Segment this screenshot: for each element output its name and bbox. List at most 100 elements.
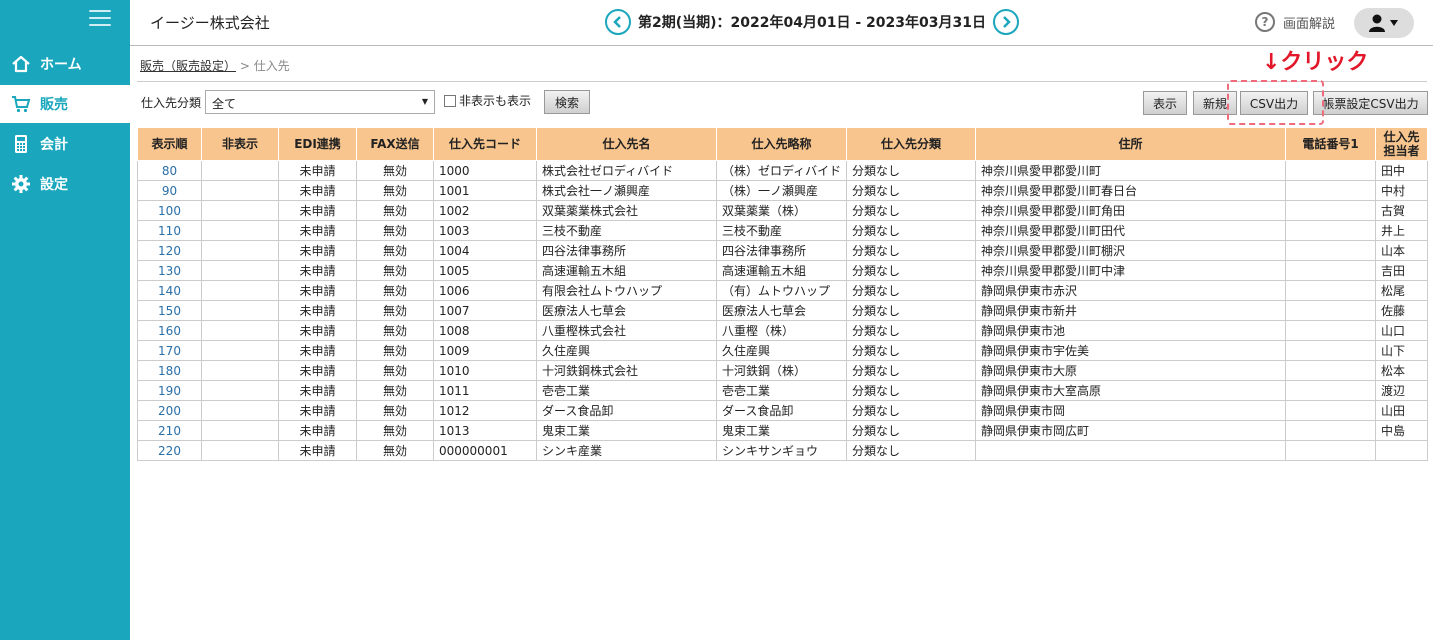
show-hidden-checkbox[interactable]: 非表示も表示 <box>444 92 531 109</box>
column-header[interactable]: 住所 <box>975 127 1286 161</box>
column-header[interactable]: 仕入先コード <box>433 127 537 161</box>
display-order-link[interactable]: 180 <box>137 360 202 381</box>
column-header[interactable]: 表示順 <box>137 127 202 161</box>
table-row[interactable]: 140 未申請 無効 1006 有限会社ムトウハップ （有）ムトウハップ 分類なし 静岡県伊東… <box>137 280 1428 301</box>
display-order-link[interactable]: 220 <box>137 440 202 461</box>
fax-status-cell: 無効 <box>356 320 434 341</box>
table-row[interactable]: 80 未申請 無効 1000 株式会社ゼロディバイド （株）ゼロディバイド 分類なし 神奈川県… <box>137 160 1428 181</box>
table-row[interactable]: 190 未申請 無効 1011 壱壱工業 壱壱工業 分類なし 静岡県伊東市大室高原 渡辺 <box>137 380 1428 401</box>
hidden-cell <box>201 420 279 441</box>
column-header[interactable]: FAX送信 <box>356 127 434 161</box>
show-button[interactable]: 表示 <box>1143 91 1187 115</box>
search-button[interactable]: 検索 <box>544 90 590 114</box>
supplier-name-cell: 医療法人七草会 <box>536 300 717 321</box>
display-order-link[interactable]: 120 <box>137 240 202 261</box>
user-menu-button[interactable] <box>1354 8 1414 38</box>
fax-status-cell: 無効 <box>356 360 434 381</box>
staff-cell: 田中 <box>1375 160 1428 181</box>
table-row[interactable]: 120 未申請 無効 1004 四谷法律事務所 四谷法律事務所 分類なし 神奈川県愛甲郡愛川町… <box>137 240 1428 261</box>
display-order-link[interactable]: 130 <box>137 260 202 281</box>
address-cell <box>975 440 1286 461</box>
supplier-code-cell: 1006 <box>433 280 537 301</box>
category-filter-select[interactable]: 全て ▼ <box>205 90 435 114</box>
column-header[interactable]: 電話番号1 <box>1285 127 1376 161</box>
column-header[interactable]: 仕入先略称 <box>716 127 847 161</box>
table-row[interactable]: 110 未申請 無効 1003 三枝不動産 三枝不動産 分類なし 神奈川県愛甲郡愛川町田代 井上 <box>137 220 1428 241</box>
display-order-link[interactable]: 140 <box>137 280 202 301</box>
display-order-link[interactable]: 210 <box>137 420 202 441</box>
menu-icon[interactable] <box>89 10 111 30</box>
fax-status-cell: 無効 <box>356 300 434 321</box>
fax-status-cell: 無効 <box>356 180 434 201</box>
supplier-category-cell: 分類なし <box>846 420 976 441</box>
fax-status-cell: 無効 <box>356 280 434 301</box>
column-header[interactable]: 仕入先分類 <box>846 127 976 161</box>
edi-status-cell: 未申請 <box>278 380 357 401</box>
supplier-name-cell: 四谷法律事務所 <box>536 240 717 261</box>
table-row[interactable]: 100 未申請 無効 1002 双葉薬業株式会社 双葉薬業（株） 分類なし 神奈川県愛甲郡愛川… <box>137 200 1428 221</box>
display-order-link[interactable]: 190 <box>137 380 202 401</box>
display-order-link[interactable]: 160 <box>137 320 202 341</box>
fax-status-cell: 無効 <box>356 220 434 241</box>
column-header[interactable]: 非表示 <box>201 127 279 161</box>
sidebar-item-label: 会計 <box>40 137 68 153</box>
sidebar-item-settings[interactable]: 設定 <box>0 165 130 203</box>
edi-status-cell: 未申請 <box>278 420 357 441</box>
table-row[interactable]: 200 未申請 無効 1012 ダース食品卸 ダース食品卸 分類なし 静岡県伊東市岡 山田 <box>137 400 1428 421</box>
company-name: イージー株式会社 <box>150 14 270 32</box>
next-period-button[interactable] <box>992 9 1019 35</box>
breadcrumb-parent-link[interactable]: 販売（販売設定） <box>140 59 236 73</box>
display-order-link[interactable]: 170 <box>137 340 202 361</box>
column-header[interactable]: EDI連携 <box>278 127 357 161</box>
fax-status-cell: 無効 <box>356 400 434 421</box>
table-row[interactable]: 150 未申請 無効 1007 医療法人七草会 医療法人七草会 分類なし 静岡県伊東市新井 佐藤 <box>137 300 1428 321</box>
prev-period-button[interactable] <box>605 9 631 35</box>
display-order-link[interactable]: 80 <box>137 160 202 181</box>
display-order-link[interactable]: 100 <box>137 200 202 221</box>
staff-cell: 佐藤 <box>1375 300 1428 321</box>
address-cell: 静岡県伊東市岡広町 <box>975 420 1286 441</box>
staff-cell: 松尾 <box>1375 280 1428 301</box>
form-settings-csv-export-button[interactable]: 帳票設定CSV出力 <box>1313 91 1428 115</box>
supplier-category-cell: 分類なし <box>846 200 976 221</box>
supplier-category-cell: 分類なし <box>846 240 976 261</box>
sidebar-item-accounting[interactable]: 会計 <box>0 125 130 163</box>
question-icon: ? <box>1255 12 1275 32</box>
address-cell: 静岡県伊東市大室高原 <box>975 380 1286 401</box>
table-row[interactable]: 180 未申請 無効 1010 十河鉄鋼株式会社 十河鉄鋼（株） 分類なし 静岡県伊東市大原 松… <box>137 360 1428 381</box>
column-header[interactable]: 仕入先担当者 <box>1375 127 1428 161</box>
table-row[interactable]: 160 未申請 無効 1008 八重樫株式会社 八重樫（株） 分類なし 静岡県伊東市池 山口 <box>137 320 1428 341</box>
checkbox-box[interactable] <box>444 94 456 107</box>
display-order-link[interactable]: 90 <box>137 180 202 201</box>
supplier-name-cell: シンキ産業 <box>536 440 717 461</box>
phone-cell <box>1285 160 1376 181</box>
edi-status-cell: 未申請 <box>278 280 357 301</box>
supplier-short-name-cell: 医療法人七草会 <box>716 300 847 321</box>
supplier-short-name-cell: （株）一ノ瀬興産 <box>716 180 847 201</box>
table-row[interactable]: 130 未申請 無効 1005 高速運輸五木組 高速運輸五木組 分類なし 神奈川県愛甲郡愛川町… <box>137 260 1428 281</box>
sidebar-item-home[interactable]: ホーム <box>0 45 130 83</box>
table-row[interactable]: 210 未申請 無効 1013 鬼束工業 鬼束工業 分類なし 静岡県伊東市岡広町 中島 <box>137 420 1428 441</box>
table-row[interactable]: 90 未申請 無効 1001 株式会社一ノ瀬興産 （株）一ノ瀬興産 分類なし 神奈川県愛甲郡愛… <box>137 180 1428 201</box>
click-highlight-box <box>1227 80 1324 125</box>
supplier-code-cell: 1004 <box>433 240 537 261</box>
address-cell: 神奈川県愛甲郡愛川町角田 <box>975 200 1286 221</box>
cart-icon <box>10 93 32 115</box>
table-row[interactable]: 220 未申請 無効 000000001 シンキ産業 シンキサンギョウ 分類なし <box>137 440 1428 461</box>
supplier-short-name-cell: シンキサンギョウ <box>716 440 847 461</box>
phone-cell <box>1285 380 1376 401</box>
display-order-link[interactable]: 150 <box>137 300 202 321</box>
breadcrumb: 販売（販売設定） > 仕入先 <box>140 57 290 74</box>
display-order-link[interactable]: 200 <box>137 400 202 421</box>
phone-cell <box>1285 220 1376 241</box>
column-header[interactable]: 仕入先名 <box>536 127 717 161</box>
sidebar-item-label: 設定 <box>40 177 68 193</box>
sidebar-item-sales[interactable]: 販売 <box>0 85 130 123</box>
table-row[interactable]: 170 未申請 無効 1009 久住産興 久住産興 分類なし 静岡県伊東市宇佐美 山下 <box>137 340 1428 361</box>
fax-status-cell: 無効 <box>356 440 434 461</box>
fax-status-cell: 無効 <box>356 340 434 361</box>
display-order-link[interactable]: 110 <box>137 220 202 241</box>
hidden-cell <box>201 440 279 461</box>
sidebar-item-label: 販売 <box>40 97 68 113</box>
help-button[interactable]: ? 画面解説 <box>1255 12 1335 32</box>
